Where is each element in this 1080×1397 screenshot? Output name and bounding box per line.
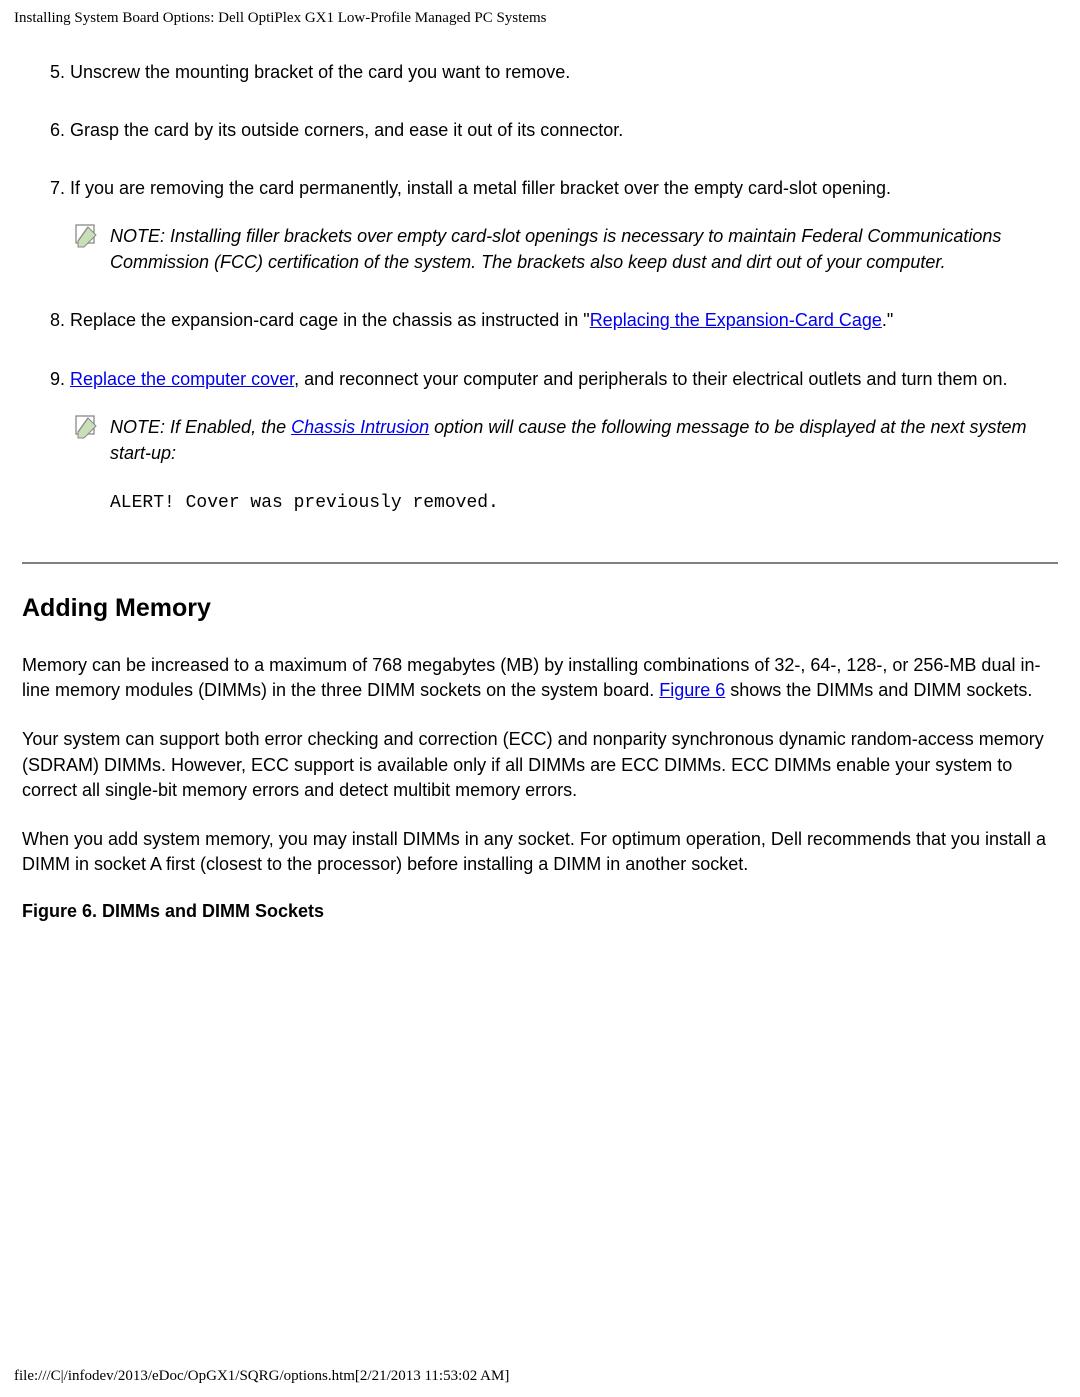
alert-message: ALERT! Cover was previously removed. xyxy=(110,490,1058,516)
link-chassis-intrusion[interactable]: Chassis Intrusion xyxy=(291,417,429,437)
step-5: Unscrew the mounting bracket of the card… xyxy=(70,59,1058,85)
step-8-before: Replace the expansion-card cage in the c… xyxy=(70,310,590,330)
memory-p2: Your system can support both error check… xyxy=(22,727,1058,803)
step-6: Grasp the card by its outside corners, a… xyxy=(70,117,1058,143)
memory-p1-after: shows the DIMMs and DIMM sockets. xyxy=(725,680,1032,700)
link-replacing-card-cage[interactable]: Replacing the Expansion-Card Cage xyxy=(590,310,882,330)
step-7: If you are removing the card permanently… xyxy=(70,175,1058,275)
adding-memory-heading: Adding Memory xyxy=(22,594,1058,623)
figure-6-caption: Figure 6. DIMMs and DIMM Sockets xyxy=(22,901,1058,922)
step-8: Replace the expansion-card cage in the c… xyxy=(70,307,1058,333)
memory-p1: Memory can be increased to a maximum of … xyxy=(22,653,1058,703)
section-divider xyxy=(22,562,1058,564)
step-9-note: NOTE: If Enabled, the Chassis Intrusion … xyxy=(70,414,1058,466)
note-pencil-icon xyxy=(74,414,100,440)
link-figure-6[interactable]: Figure 6 xyxy=(659,680,725,700)
step-5-text: Unscrew the mounting bracket of the card… xyxy=(70,62,570,82)
step-9-after: , and reconnect your computer and periph… xyxy=(294,369,1007,389)
step-7-note: NOTE: Installing filler brackets over em… xyxy=(70,223,1058,275)
steps-list: Unscrew the mounting bracket of the card… xyxy=(22,59,1058,516)
link-replace-cover[interactable]: Replace the computer cover xyxy=(70,369,294,389)
step-9-note-text: NOTE: If Enabled, the Chassis Intrusion … xyxy=(110,414,1058,466)
step-7-note-text: NOTE: Installing filler brackets over em… xyxy=(110,223,1058,275)
step-7-text: If you are removing the card permanently… xyxy=(70,178,891,198)
footer-file-path: file:///C|/infodev/2013/eDoc/OpGX1/SQRG/… xyxy=(14,1368,509,1385)
main-content: Unscrew the mounting bracket of the card… xyxy=(0,35,1080,922)
page-header-title: Installing System Board Options: Dell Op… xyxy=(0,0,1080,35)
note-pencil-icon xyxy=(74,223,100,249)
step-9-note-before: NOTE: If Enabled, the xyxy=(110,417,291,437)
step-9: Replace the computer cover, and reconnec… xyxy=(70,366,1058,516)
step-6-text: Grasp the card by its outside corners, a… xyxy=(70,120,623,140)
memory-p3: When you add system memory, you may inst… xyxy=(22,827,1058,877)
step-8-after: ." xyxy=(882,310,893,330)
